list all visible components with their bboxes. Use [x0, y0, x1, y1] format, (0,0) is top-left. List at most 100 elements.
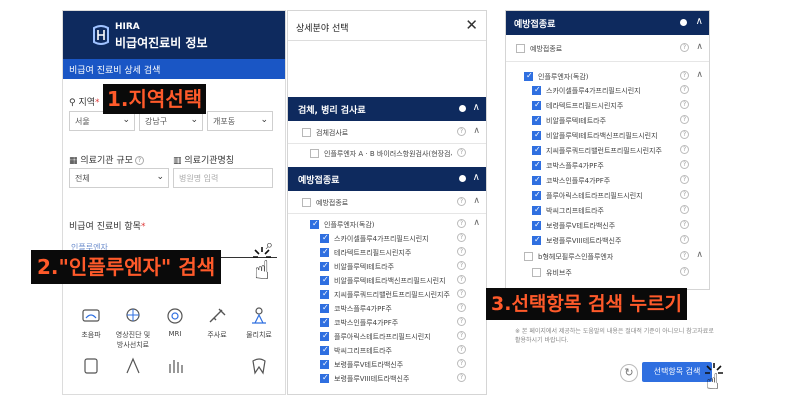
checkbox-checked[interactable] [532, 130, 541, 140]
close-icon[interactable]: ✕ [465, 16, 478, 34]
checkbox[interactable] [524, 252, 533, 261]
help-icon[interactable]: ? [457, 317, 466, 326]
checkbox[interactable] [302, 198, 311, 207]
help-icon[interactable]: ? [457, 127, 466, 136]
help-icon[interactable]: ? [680, 115, 689, 124]
list-item[interactable]: 인플루엔자 A · B 바이러스항원검사(현장검사) ? [288, 146, 486, 162]
checkbox-checked[interactable] [320, 303, 329, 313]
region-district-select[interactable]: 강남구 ⌄ [139, 111, 203, 131]
checkbox-checked[interactable] [532, 160, 541, 170]
list-item[interactable]: 보령플루VIII테트라백신주? [288, 371, 486, 387]
category-more-4[interactable] [239, 356, 279, 380]
checkbox-checked[interactable] [320, 317, 329, 327]
help-icon[interactable]: ? [680, 190, 689, 199]
help-icon[interactable]: ? [457, 261, 466, 270]
checkbox[interactable] [310, 149, 319, 158]
list-item[interactable]: 박씨그리프테트라주? [506, 203, 709, 219]
checkbox-checked[interactable] [532, 205, 541, 215]
category-therapy[interactable]: 물리치료 [239, 306, 279, 340]
list-item[interactable]: 스카이셀플루4가프리필드시린지? [506, 83, 709, 99]
category-more-1[interactable] [71, 356, 111, 380]
help-icon[interactable]: ? [680, 71, 689, 80]
subsection-row[interactable]: 예방접종료 ? ∧ [288, 195, 486, 211]
help-icon[interactable]: ? [457, 148, 466, 157]
help-icon[interactable]: ? [680, 267, 689, 276]
checkbox-checked[interactable] [320, 275, 329, 285]
help-icon[interactable]: ? [457, 247, 466, 256]
checkbox[interactable] [302, 128, 311, 137]
help-icon[interactable]: ? [680, 235, 689, 244]
checkbox-checked[interactable] [320, 345, 329, 355]
help-icon[interactable]: ? [457, 345, 466, 354]
help-icon[interactable]: ? [457, 303, 466, 312]
category-injection[interactable]: 주사료 [197, 306, 237, 340]
checkbox-checked[interactable] [532, 145, 541, 155]
section-pathology[interactable]: 검체, 병리 검사료 ∧ [288, 97, 486, 121]
help-icon[interactable]: ? [680, 160, 689, 169]
help-icon[interactable]: ? [457, 331, 466, 340]
list-item[interactable]: 보령플루V테트라백신주? [506, 218, 709, 234]
list-item[interactable]: 지씨플루쿼드리밸런트프리필드시린지주? [506, 143, 709, 159]
list-item[interactable]: 코박스플루4가PF주? [506, 158, 709, 174]
checkbox-checked[interactable] [532, 175, 541, 185]
list-item[interactable]: 비알플루텍I테트라백신프리필드시린지? [506, 128, 709, 144]
checkbox-checked[interactable] [532, 85, 541, 95]
vaccination-header[interactable]: 예방접종료 ∧ [506, 11, 709, 35]
help-icon[interactable]: ? [680, 145, 689, 154]
list-item[interactable]: 코박스인플루4가PF주? [506, 173, 709, 189]
checkbox[interactable] [532, 268, 541, 277]
category-mri[interactable]: MRI [155, 306, 195, 338]
checkbox-checked[interactable] [320, 247, 329, 257]
checkbox-checked[interactable] [320, 289, 329, 299]
region-dong-select[interactable]: 개포동 ⌄ [207, 111, 273, 131]
category-imaging[interactable]: 영상진단 및 방사선치료 [113, 306, 153, 350]
help-icon[interactable]: ? [457, 289, 466, 298]
help-icon[interactable]: ? [680, 175, 689, 184]
list-item[interactable]: 비알플루텍I테트라주? [506, 113, 709, 129]
search-selected-button[interactable]: 선택항목 검색 [642, 362, 712, 382]
category-ultrasound[interactable]: 초음파 [71, 306, 111, 340]
checkbox-checked[interactable] [320, 261, 329, 271]
scale-select[interactable]: 전체 ⌄ [69, 168, 169, 188]
help-icon[interactable]: ? [680, 205, 689, 214]
checkbox-checked[interactable] [532, 235, 541, 245]
hospital-name-input[interactable]: 병원명 입력 [173, 168, 273, 188]
checkbox-checked[interactable] [320, 373, 329, 383]
help-icon[interactable]: ? [680, 251, 689, 260]
group-row[interactable]: b형헤모필루스인플루엔자 ? ∧ [506, 249, 709, 265]
section-vaccination[interactable]: 예방접종료 ∧ [288, 167, 486, 191]
region-city-select[interactable]: 서울 ⌄ [69, 111, 135, 131]
checkbox-checked[interactable] [524, 71, 533, 81]
help-icon[interactable]: ? [457, 233, 466, 242]
checkbox-checked[interactable] [310, 219, 319, 229]
checkbox-checked[interactable] [532, 190, 541, 200]
help-icon[interactable]: ? [457, 359, 466, 368]
list-item[interactable]: 유비브주 ? [506, 265, 709, 281]
category-more-3[interactable] [155, 356, 195, 380]
help-icon[interactable]: ? [680, 100, 689, 109]
help-icon[interactable]: ? [680, 43, 689, 52]
checkbox-checked[interactable] [320, 359, 329, 369]
help-icon[interactable]: ? [680, 85, 689, 94]
checkbox-checked[interactable] [320, 233, 329, 243]
help-icon[interactable]: ? [457, 373, 466, 382]
checkbox[interactable] [516, 44, 525, 53]
list-item[interactable]: 테라텍트프리필드시린지주? [506, 98, 709, 114]
reset-icon[interactable]: ↻ [620, 364, 638, 382]
help-icon[interactable]: ? [457, 197, 466, 206]
subsection-row[interactable]: 예방접종료 ? ∧ [506, 41, 709, 57]
category-more-2[interactable] [113, 356, 153, 380]
logo-title[interactable]: 비급여진료비 정보 [115, 34, 208, 51]
help-icon[interactable]: ? [457, 275, 466, 284]
help-icon[interactable]: ? [680, 220, 689, 229]
checkbox-checked[interactable] [532, 220, 541, 230]
help-icon[interactable]: ? [457, 219, 466, 228]
subsection-row[interactable]: 검체검사료 ? ∧ [288, 125, 486, 141]
checkbox-checked[interactable] [320, 331, 329, 341]
checkbox-checked[interactable] [532, 115, 541, 125]
help-icon[interactable]: ? [680, 130, 689, 139]
checkbox-checked[interactable] [532, 100, 541, 110]
list-item[interactable]: 보령플루VIII테트라백신주? [506, 233, 709, 249]
help-icon[interactable]: ? [134, 156, 144, 165]
list-item[interactable]: 플루아릭스테트라프리필드시린지? [506, 188, 709, 204]
